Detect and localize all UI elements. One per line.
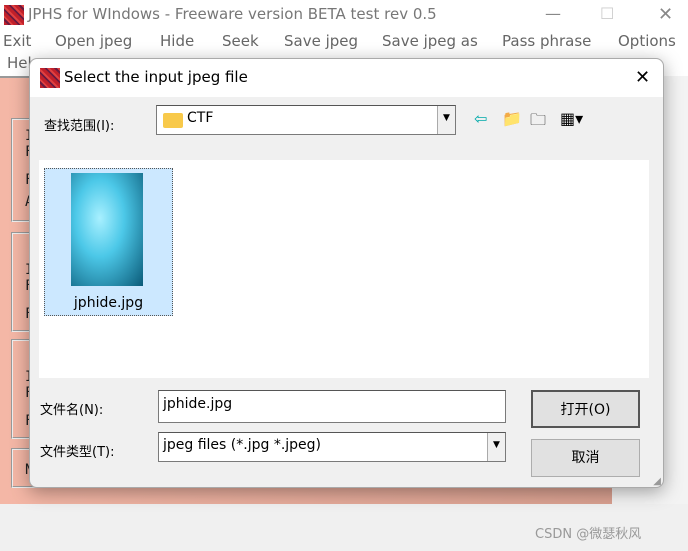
up-folder-icon[interactable]: 📁 [502, 109, 522, 128]
dialog-titlebar: Select the input jpeg file ✕ [30, 59, 663, 97]
menu-save-jpeg[interactable]: Save jpeg [284, 32, 358, 50]
look-in-label: 查找范围(I): [44, 119, 115, 134]
chevron-down-icon[interactable]: ▼ [487, 433, 505, 461]
menu-options[interactable]: Options [618, 32, 676, 50]
watermark: CSDN @微瑟秋风 [535, 527, 642, 542]
close-button[interactable]: ✕ [658, 4, 673, 25]
chevron-down-icon[interactable]: ▼ [437, 106, 455, 134]
menu-hide[interactable]: Hide [160, 32, 194, 50]
back-arrow-icon[interactable]: ⇦ [474, 109, 487, 128]
dialog-logo-icon [40, 68, 60, 88]
minimize-button[interactable]: — [545, 4, 561, 23]
folder-icon [163, 113, 183, 128]
app-title: JPHS for WIndows - Freeware version BETA… [28, 5, 437, 23]
menu-exit[interactable]: Exit [3, 32, 31, 50]
app-titlebar: JPHS for WIndows - Freeware version BETA… [0, 0, 688, 30]
cancel-button[interactable]: 取消 [531, 439, 640, 477]
menu-pass-phrase[interactable]: Pass phrase [502, 32, 591, 50]
maximize-button[interactable]: ☐ [600, 4, 614, 23]
filename-input[interactable]: jphide.jpg [158, 390, 506, 423]
menu-open-jpeg[interactable]: Open jpeg [55, 32, 132, 50]
dialog-title: Select the input jpeg file [64, 68, 248, 86]
dialog-close-button[interactable]: ✕ [635, 67, 650, 88]
look-in-dropdown[interactable]: CTF ▼ [156, 105, 456, 135]
file-list[interactable]: jphide.jpg [39, 160, 649, 378]
file-name: jphide.jpg [73, 295, 144, 311]
image-thumbnail [71, 173, 143, 286]
menu-seek[interactable]: Seek [222, 32, 259, 50]
file-item[interactable]: jphide.jpg [44, 168, 173, 316]
look-in-value: CTF [187, 110, 214, 126]
filename-label: 文件名(N): [40, 403, 104, 418]
filetype-label: 文件类型(T): [40, 445, 115, 460]
menu-save-jpeg-as[interactable]: Save jpeg as [382, 32, 478, 50]
new-folder-icon[interactable]: 🗀 [530, 109, 546, 136]
filetype-value: jpeg files (*.jpg *.jpeg) [163, 437, 322, 453]
resize-grip[interactable]: ◢ [653, 476, 661, 487]
app-logo-icon [4, 5, 24, 25]
filetype-dropdown[interactable]: jpeg files (*.jpg *.jpeg) ▼ [158, 432, 506, 462]
file-open-dialog: Select the input jpeg file ✕ 查找范围(I): CT… [29, 58, 664, 488]
open-button[interactable]: 打开(O) [531, 390, 640, 428]
view-menu-icon[interactable]: ▦▾ [560, 109, 583, 128]
